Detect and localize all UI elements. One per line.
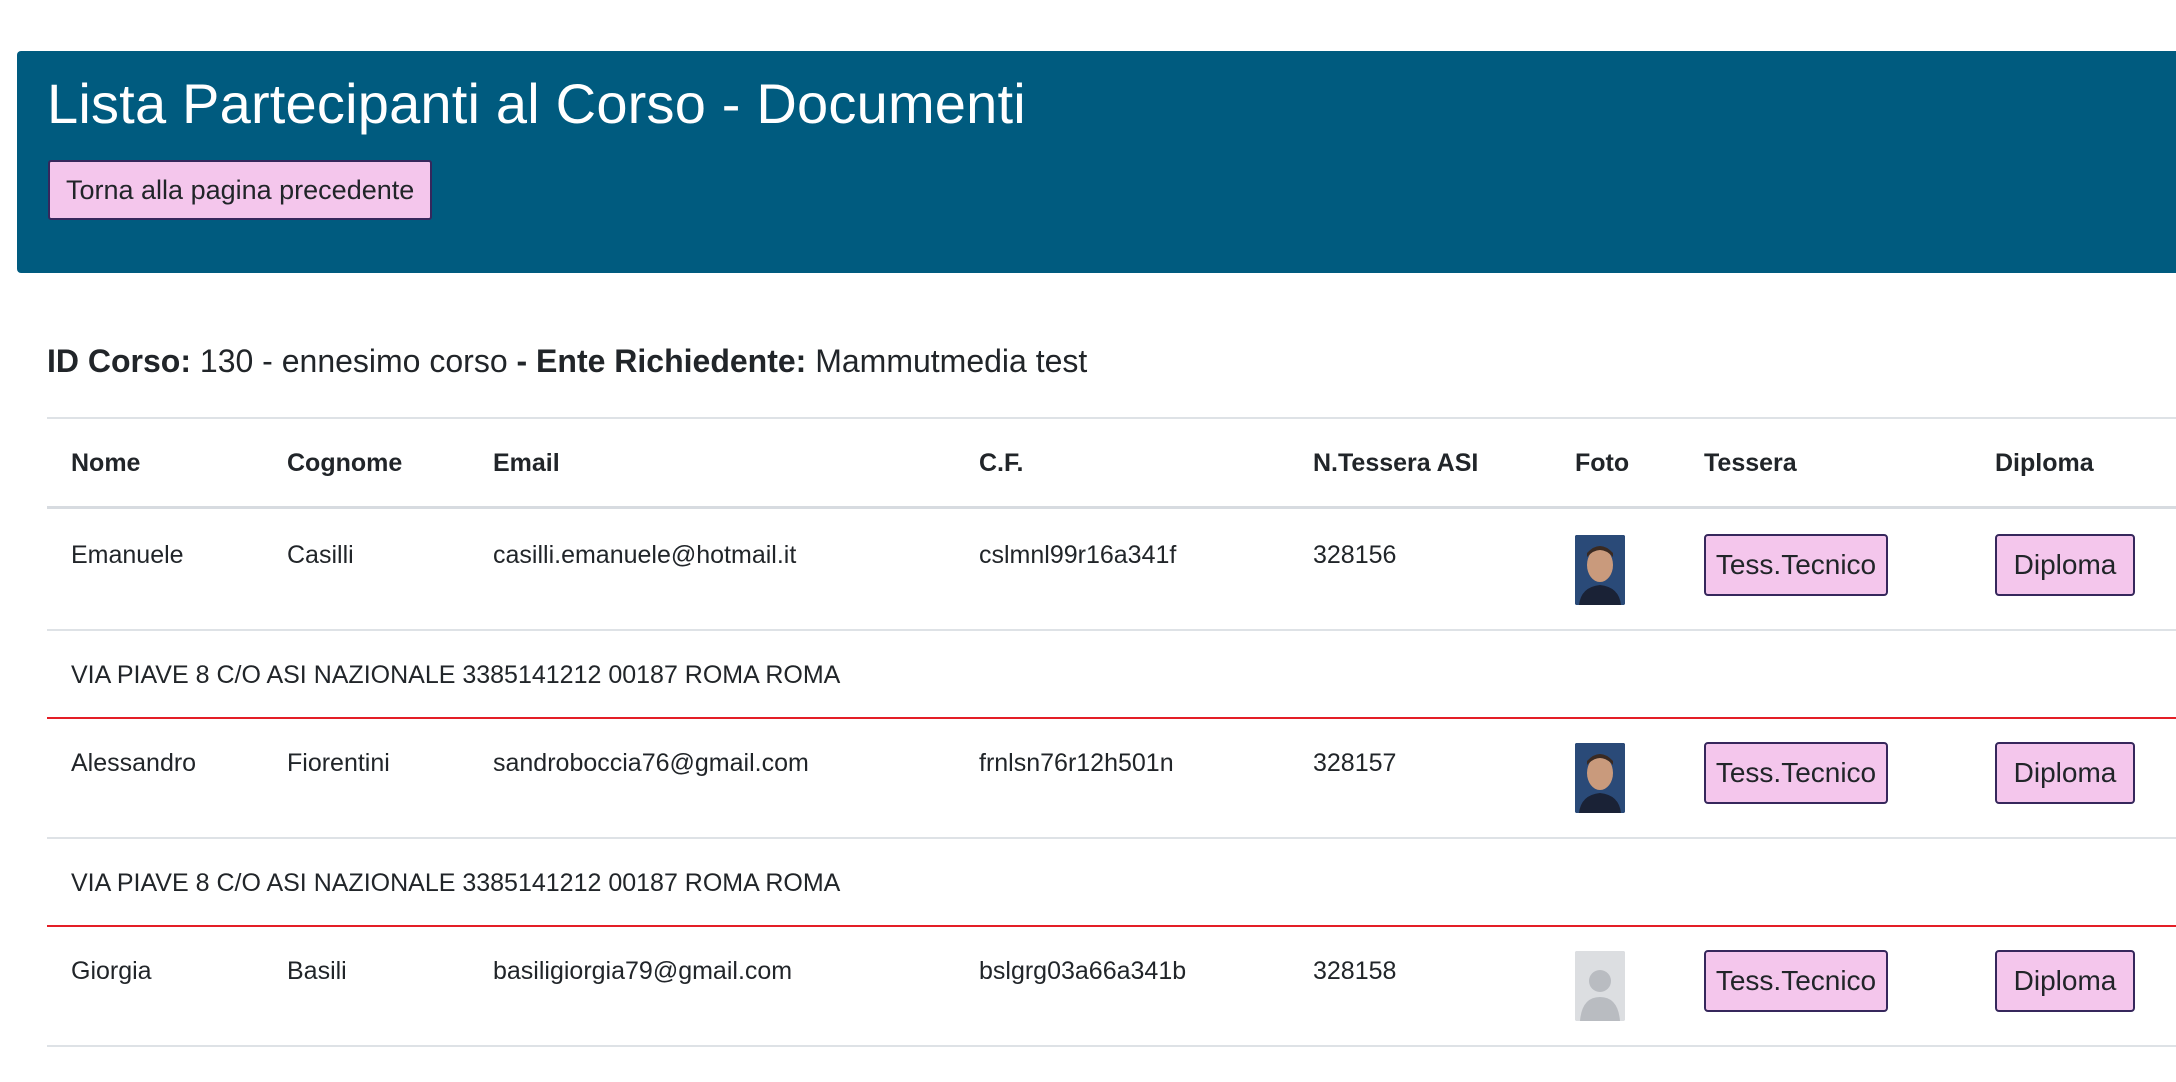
diploma-button[interactable]: Diploma [1995, 950, 2135, 1012]
row-divider [47, 629, 2176, 631]
header-cognome: Cognome [287, 449, 403, 477]
cell-email: sandroboccia76@gmail.com [493, 749, 809, 777]
header-diploma: Diploma [1995, 449, 2094, 477]
cell-cognome: Fiorentini [287, 749, 390, 777]
course-info: ID Corso: 130 - ennesimo corso - Ente Ri… [47, 343, 1087, 380]
header-divider [47, 506, 2176, 509]
table-top-border [47, 417, 2176, 419]
cell-nome: Alessandro [71, 749, 197, 777]
tessera-tecnico-button[interactable]: Tess.Tecnico [1704, 950, 1888, 1012]
row-divider [47, 1045, 2176, 1047]
cell-tessera-asi: 328158 [1313, 957, 1397, 985]
ente-label: - Ente Richiedente: [516, 343, 807, 379]
row-divider [47, 837, 2176, 839]
cell-cognome: Basili [287, 957, 347, 985]
header-foto: Foto [1575, 449, 1630, 477]
participant-separator [47, 925, 2176, 927]
person-silhouette-icon [1575, 951, 1625, 1021]
header-tessera-asi: N.Tessera ASI [1313, 449, 1479, 477]
diploma-button[interactable]: Diploma [1995, 534, 2135, 596]
participant-address: VIA PIAVE 8 C/O ASI NAZIONALE 3385141212… [71, 869, 841, 897]
cell-nome: Giorgia [71, 957, 152, 985]
participant-photo[interactable] [1575, 535, 1625, 605]
header-email: Email [493, 449, 560, 477]
cell-nome: Emanuele [71, 541, 184, 569]
tessera-tecnico-button[interactable]: Tess.Tecnico [1704, 534, 1888, 596]
header-nome: Nome [71, 449, 141, 477]
tessera-tecnico-button[interactable]: Tess.Tecnico [1704, 742, 1888, 804]
cell-tessera-asi: 328156 [1313, 541, 1397, 569]
avatar-placeholder-icon[interactable] [1575, 951, 1625, 1021]
diploma-button[interactable]: Diploma [1995, 742, 2135, 804]
participant-photo-image [1575, 535, 1625, 605]
cell-email: casilli.emanuele@hotmail.it [493, 541, 797, 569]
cell-cf: frnlsn76r12h501n [979, 749, 1174, 777]
page-title: Lista Partecipanti al Corso - Documenti [47, 72, 1026, 135]
participant-address: VIA PIAVE 8 C/O ASI NAZIONALE 3385141212… [71, 661, 841, 689]
cell-email: basiligiorgia79@gmail.com [493, 957, 793, 985]
cell-cf: cslmnl99r16a341f [979, 541, 1177, 569]
back-button[interactable]: Torna alla pagina precedente [48, 160, 433, 220]
cell-tessera-asi: 328157 [1313, 749, 1397, 777]
cell-cf: bslgrg03a66a341b [979, 957, 1187, 985]
participant-separator [47, 717, 2176, 719]
course-id-label: ID Corso: [47, 343, 191, 379]
course-id-value: 130 - ennesimo corso [199, 343, 508, 379]
participant-photo[interactable] [1575, 743, 1625, 813]
header-cf: C.F. [979, 449, 1024, 477]
page-header: Lista Partecipanti al Corso - Documenti … [17, 51, 2176, 273]
header-tessera: Tessera [1704, 449, 1797, 477]
ente-value: Mammutmedia test [815, 343, 1088, 379]
cell-cognome: Casilli [287, 541, 354, 569]
participant-photo-image [1575, 743, 1625, 813]
